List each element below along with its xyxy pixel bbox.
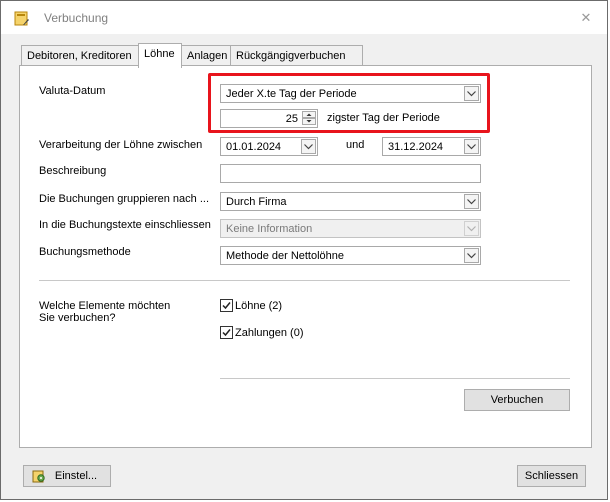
und-label: und	[346, 139, 365, 151]
chevron-down-icon	[464, 221, 479, 236]
gruppieren-select[interactable]: Durch Firma	[220, 192, 481, 211]
beschreibung-label: Beschreibung	[39, 165, 107, 177]
gruppieren-value: Durch Firma	[226, 196, 287, 208]
verarbeitung-label: Verarbeitung der Löhne zwischen	[39, 139, 203, 151]
separator	[220, 378, 570, 379]
einstel-label: Einstel...	[54, 470, 98, 482]
elemente-label-line2: Sie verbuchen?	[39, 312, 116, 324]
date-from-field[interactable]: 01.01.2024	[220, 137, 318, 156]
valuta-label: Valuta-Datum	[39, 85, 106, 97]
window-title: Verbuchung	[44, 11, 109, 25]
settings-icon	[32, 469, 46, 483]
einschliessen-select: Keine Information	[220, 219, 481, 238]
schliessen-button[interactable]: Schliessen	[517, 465, 586, 487]
checkmark-icon	[222, 329, 231, 337]
tab-debitoren-kreditoren[interactable]: Debitoren, Kreditoren	[21, 45, 139, 66]
einstel-button[interactable]: Einstel...	[23, 465, 111, 487]
loehne-checkbox[interactable]	[220, 299, 233, 312]
chevron-down-icon[interactable]	[301, 139, 316, 154]
zahlungen-checkbox-label[interactable]: Zahlungen (0)	[235, 327, 304, 339]
date-to-value: 31.12.2024	[388, 141, 444, 153]
chevron-down-icon[interactable]	[464, 139, 479, 154]
methode-value: Methode der Nettolöhne	[226, 250, 345, 262]
separator	[39, 280, 570, 281]
close-icon[interactable]: ✕	[580, 11, 592, 24]
loehne-checkbox-label[interactable]: Löhne (2)	[235, 300, 282, 312]
checkmark-icon	[222, 302, 231, 310]
beschreibung-input[interactable]	[220, 164, 481, 183]
tab-loehne[interactable]: Löhne	[138, 43, 182, 68]
highlight-box	[208, 73, 490, 133]
tab-rueckgaengig[interactable]: Rückgängigverbuchen	[230, 45, 363, 66]
tab-anlagen[interactable]: Anlagen	[181, 45, 231, 66]
verbuchen-button[interactable]: Verbuchen	[464, 389, 570, 411]
gruppieren-label: Die Buchungen gruppieren nach ...	[39, 193, 210, 205]
date-from-value: 01.01.2024	[226, 141, 282, 153]
chevron-down-icon[interactable]	[464, 248, 479, 263]
date-to-field[interactable]: 31.12.2024	[382, 137, 481, 156]
elemente-label-line1: Welche Elemente möchten	[39, 300, 171, 312]
methode-select[interactable]: Methode der Nettolöhne	[220, 246, 481, 265]
app-icon	[14, 11, 30, 26]
chevron-down-icon[interactable]	[464, 194, 479, 209]
zahlungen-checkbox[interactable]	[220, 326, 233, 339]
einschliessen-label: In die Buchungstexte einschliessen	[39, 219, 211, 231]
methode-label: Buchungsmethode	[39, 246, 131, 258]
title-bar: Verbuchung ✕	[1, 1, 607, 34]
einschliessen-value: Keine Information	[226, 223, 313, 235]
